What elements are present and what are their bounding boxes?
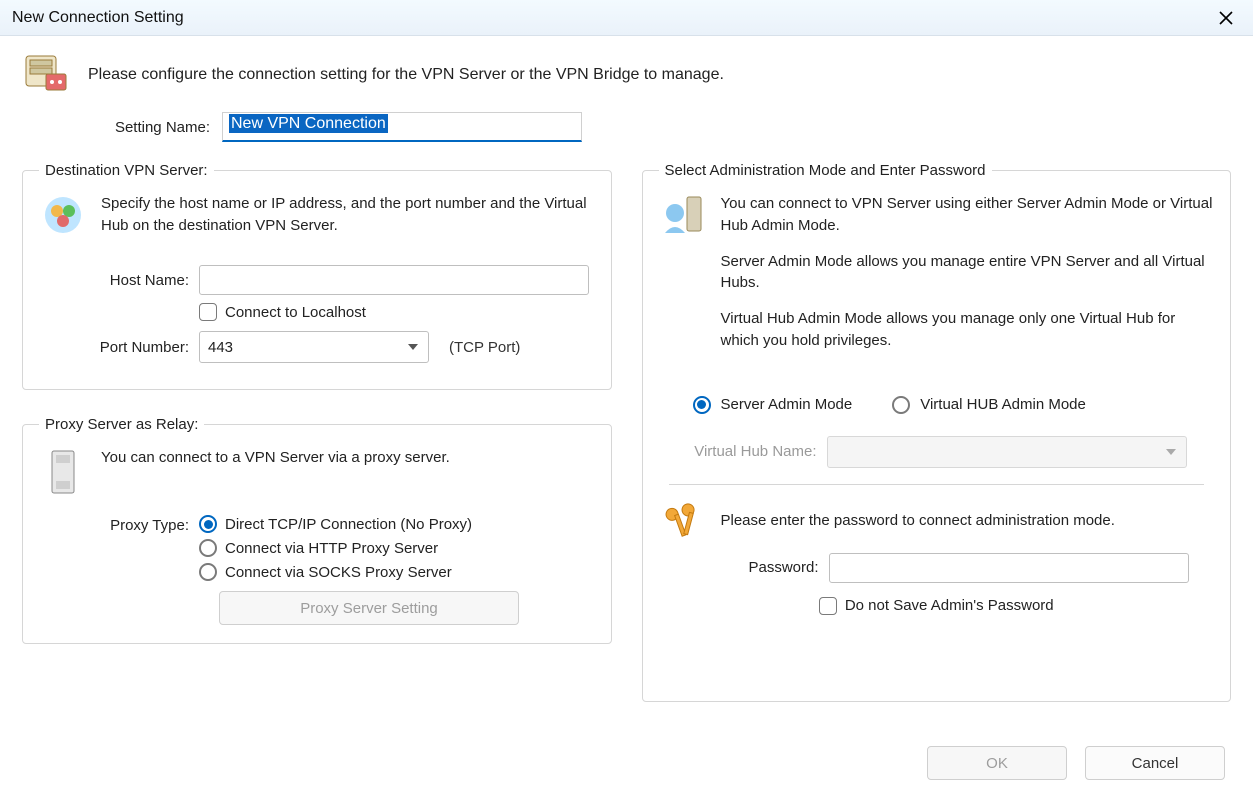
hub-admin-mode-label: Virtual HUB Admin Mode xyxy=(920,396,1086,413)
no-save-password-label: Do not Save Admin's Password xyxy=(845,597,1054,614)
admin-fieldset: Select Administration Mode and Enter Pas… xyxy=(642,162,1232,702)
cancel-button[interactable]: Cancel xyxy=(1085,746,1225,780)
password-prompt: Please enter the password to connect adm… xyxy=(721,510,1215,532)
separator xyxy=(669,484,1205,485)
proxy-server-setting-button[interactable]: Proxy Server Setting xyxy=(219,591,519,625)
admin-desc2: Server Admin Mode allows you manage enti… xyxy=(721,251,1215,295)
port-suffix: (TCP Port) xyxy=(449,339,520,356)
proxy-direct-label: Direct TCP/IP Connection (No Proxy) xyxy=(225,516,472,533)
proxy-tower-icon xyxy=(39,447,87,497)
window-title: New Connection Setting xyxy=(12,9,184,27)
proxy-http-label: Connect via HTTP Proxy Server xyxy=(225,540,438,557)
admin-desc3: Virtual Hub Admin Mode allows you manage… xyxy=(721,308,1215,352)
globe-users-icon xyxy=(39,193,87,237)
proxy-type-label: Proxy Type: xyxy=(39,515,189,534)
titlebar: New Connection Setting xyxy=(0,0,1253,36)
proxy-direct-radio[interactable] xyxy=(199,515,217,533)
port-number-label: Port Number: xyxy=(39,339,189,356)
port-number-value: 443 xyxy=(208,339,233,356)
admin-desc1: You can connect to VPN Server using eith… xyxy=(721,193,1215,237)
virtual-hub-name-select xyxy=(827,436,1187,468)
close-icon xyxy=(1219,11,1233,25)
setting-name-value: New VPN Connection xyxy=(229,114,388,133)
proxy-socks-radio[interactable] xyxy=(199,563,217,581)
proxy-fieldset: Proxy Server as Relay: You can connect t… xyxy=(22,416,612,644)
proxy-http-radio[interactable] xyxy=(199,539,217,557)
proxy-socks-label: Connect via SOCKS Proxy Server xyxy=(225,564,452,581)
port-number-select[interactable]: 443 xyxy=(199,331,429,363)
connect-localhost-checkbox[interactable] xyxy=(199,303,217,321)
connect-localhost-label: Connect to Localhost xyxy=(225,304,366,321)
ok-button[interactable]: OK xyxy=(927,746,1067,780)
admin-legend: Select Administration Mode and Enter Pas… xyxy=(659,162,992,179)
keys-icon xyxy=(659,499,707,543)
setting-name-input[interactable]: New VPN Connection xyxy=(222,112,582,142)
password-label: Password: xyxy=(729,559,819,576)
virtual-hub-name-label: Virtual Hub Name: xyxy=(669,443,817,460)
no-save-password-checkbox[interactable] xyxy=(819,597,837,615)
host-name-input[interactable] xyxy=(199,265,589,295)
password-input[interactable] xyxy=(829,553,1189,583)
server-admin-mode-radio[interactable] xyxy=(693,396,711,414)
hub-admin-mode-radio[interactable] xyxy=(892,396,910,414)
close-button[interactable] xyxy=(1209,4,1243,32)
destination-desc: Specify the host name or IP address, and… xyxy=(101,193,595,237)
server-settings-icon xyxy=(24,52,70,98)
intro-text: Please configure the connection setting … xyxy=(88,66,724,84)
destination-fieldset: Destination VPN Server: Specify the host… xyxy=(22,162,612,390)
server-admin-mode-label: Server Admin Mode xyxy=(721,396,853,413)
proxy-legend: Proxy Server as Relay: xyxy=(39,416,204,433)
destination-legend: Destination VPN Server: xyxy=(39,162,214,179)
setting-name-label: Setting Name: xyxy=(80,119,210,136)
proxy-desc: You can connect to a VPN Server via a pr… xyxy=(101,447,595,469)
host-name-label: Host Name: xyxy=(39,272,189,289)
user-server-icon xyxy=(659,193,707,241)
